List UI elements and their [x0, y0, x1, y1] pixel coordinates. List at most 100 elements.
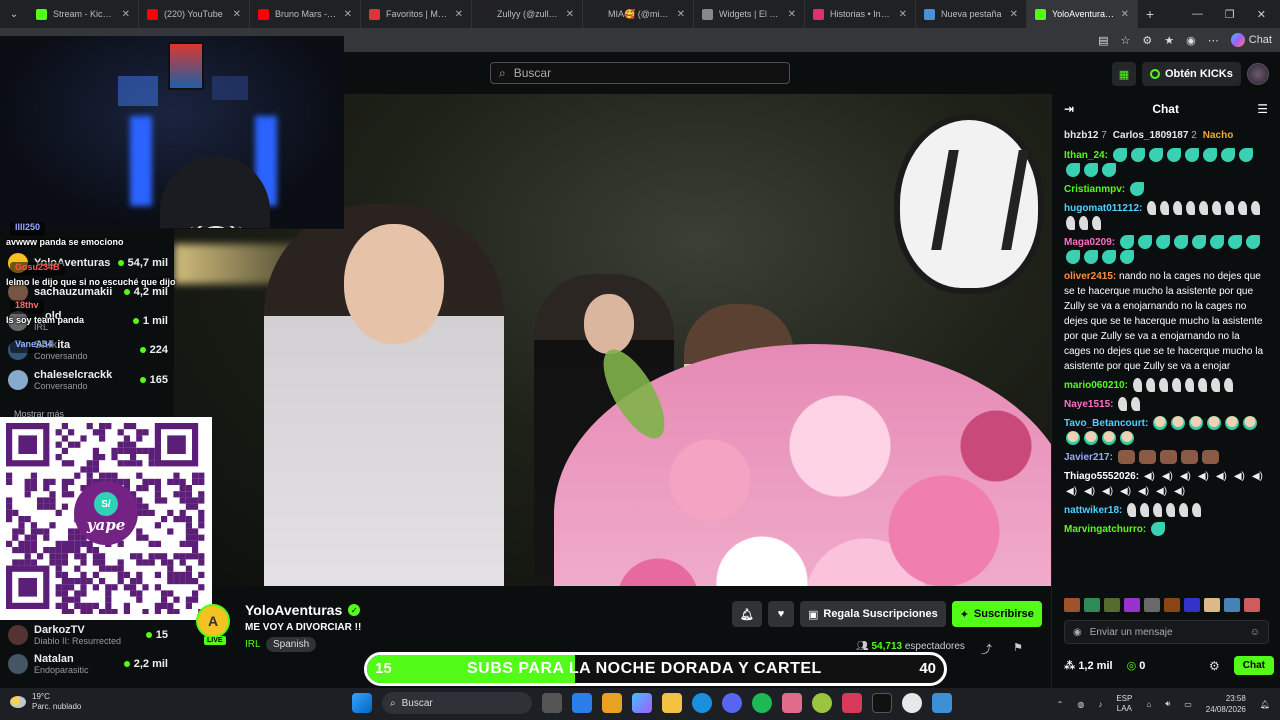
user-avatar[interactable] — [1246, 63, 1269, 85]
browser-tab[interactable]: (220) YouTube ✕ — [139, 0, 250, 28]
emote-icon[interactable] — [1064, 598, 1080, 612]
emote-icon[interactable] — [1084, 598, 1100, 612]
browser-tab[interactable]: YoloAventuras S ✕ — [1027, 0, 1138, 28]
kicks-balance[interactable]: ◎ 0 — [1127, 659, 1146, 672]
chat-message[interactable]: Naye1515: — [1052, 395, 1280, 414]
discord-icon[interactable] — [722, 693, 742, 713]
channel-avatar[interactable]: A — [196, 604, 230, 638]
obs-icon[interactable] — [902, 693, 922, 713]
menu-icon[interactable]: ⋯ — [1208, 34, 1219, 47]
chat-settings-icon[interactable]: ⚙ — [1209, 659, 1220, 673]
close-tab-icon[interactable]: ✕ — [344, 9, 352, 20]
chat-username[interactable]: nattwiker18: — [1064, 505, 1122, 516]
app-icon[interactable] — [812, 693, 832, 713]
tray-mic-icon[interactable]: ♪ — [1098, 700, 1102, 709]
spotify-icon[interactable] — [752, 693, 772, 713]
emote-icon[interactable] — [1184, 598, 1200, 612]
sidebar-channel[interactable]: DarkozTV Diablo II: Resurrected 15 — [8, 622, 168, 648]
store-icon[interactable] — [602, 693, 622, 713]
windows-start-icon[interactable] — [352, 693, 372, 713]
network-icon[interactable]: ⌂ — [1146, 700, 1151, 709]
sidebar-channel[interactable]: chaleselcrackk Conversando 165 — [8, 367, 168, 393]
battery-icon[interactable]: ▭ — [1184, 700, 1192, 709]
chat-username[interactable]: Naye1515: — [1064, 399, 1113, 410]
chat-message[interactable]: mario060210: — [1052, 376, 1280, 395]
send-chat-button[interactable]: Chat — [1233, 656, 1274, 675]
chat-username[interactable]: Javier217: — [1064, 452, 1113, 463]
language-tag[interactable]: Spanish — [266, 637, 317, 652]
collections-icon[interactable]: ★ — [1164, 34, 1174, 47]
browser-tab[interactable]: Favoritos | Myinstan ✕ — [361, 0, 472, 28]
chat-username[interactable]: hugomat011212: — [1064, 203, 1142, 214]
emote-icon[interactable] — [1144, 598, 1160, 612]
profile-icon[interactable]: ◉ — [1186, 34, 1196, 47]
app-icon[interactable] — [932, 693, 952, 713]
taskbar-search[interactable]: ⌕ Buscar — [382, 692, 532, 714]
tray-overflow-icon[interactable]: ⌃ — [1057, 700, 1064, 709]
close-tab-icon[interactable]: ✕ — [1121, 9, 1129, 20]
close-tab-icon[interactable]: ✕ — [455, 9, 463, 20]
minimize-icon[interactable]: — — [1192, 8, 1203, 21]
chat-message[interactable]: Thiago5552026: ◀) ◀) ◀) ◀) ◀) ◀) ◀)◀) ◀) ◀) ◀) ◀) ◀… — [1052, 467, 1280, 501]
close-tab-icon[interactable]: ✕ — [899, 9, 907, 20]
chat-message[interactable]: Ithan_24: — [1052, 146, 1280, 180]
language-indicator[interactable]: ESP LAA — [1116, 694, 1132, 714]
browser-tab[interactable]: MIA🥰 (@mia.3s) | ✕ — [583, 0, 694, 28]
browser-tab[interactable]: Stream - Kick Dashb ✕ — [28, 0, 139, 28]
collapse-chat-icon[interactable]: ⇥ — [1064, 102, 1074, 116]
close-tab-icon[interactable]: ✕ — [233, 9, 241, 20]
emote-icon[interactable] — [1244, 598, 1260, 612]
task-view-icon[interactable] — [542, 693, 562, 713]
emote-icon[interactable] — [1104, 598, 1120, 612]
emote-icon[interactable] — [1204, 598, 1220, 612]
browser-tab[interactable]: Bruno Mars - Talking ✕ — [250, 0, 361, 28]
chat-message[interactable]: Maga0209: — [1052, 233, 1280, 267]
restore-icon[interactable]: ❐ — [1225, 8, 1235, 21]
reading-mode-icon[interactable]: ▤ — [1098, 34, 1108, 47]
browser-tab[interactable]: Historias • Instagram ✕ — [805, 0, 916, 28]
chat-message[interactable]: oliver2415: nando no la cages no dejes q… — [1052, 267, 1280, 376]
new-tab-button[interactable]: + — [1138, 6, 1162, 22]
tray-app-icon[interactable]: ◍ — [1077, 700, 1084, 709]
tiktok-icon[interactable] — [872, 693, 892, 713]
emoji-icon[interactable]: ☺ — [1250, 627, 1260, 638]
close-window-icon[interactable]: ✕ — [1257, 8, 1266, 21]
close-tab-icon[interactable]: ✕ — [122, 9, 130, 20]
tab-search-icon[interactable]: ⌄ — [0, 0, 28, 28]
channel-name[interactable]: YoloAventuras — [245, 602, 342, 618]
extensions-icon[interactable]: ⚙ — [1142, 34, 1152, 47]
chat-username[interactable]: Thiago5552026: — [1064, 471, 1139, 482]
chat-username[interactable]: Marvingatchurro: — [1064, 524, 1146, 535]
top-gifter[interactable]: Carlos_1809187 2 — [1113, 130, 1197, 141]
stream-category[interactable]: IRL — [245, 639, 261, 650]
top-gifter[interactable]: Nacho — [1203, 130, 1234, 141]
top-gifter[interactable]: bhzb12 7 — [1064, 130, 1107, 141]
browser-tab[interactable]: Widgets | El mejor s ✕ — [694, 0, 805, 28]
streamlabs-icon[interactable] — [782, 693, 802, 713]
chat-message[interactable]: Tavo_Betancourt: — [1052, 414, 1280, 448]
copilot-button[interactable]: Chat — [1230, 33, 1272, 47]
edge-icon[interactable] — [692, 693, 712, 713]
emote-icon[interactable] — [1164, 598, 1180, 612]
notifications-tray-icon[interactable]: 🔔︎ — [1260, 700, 1270, 709]
site-search-input[interactable]: ⌕ Buscar — [490, 62, 790, 84]
chat-users-icon[interactable]: ☰ — [1257, 102, 1268, 116]
chat-username[interactable]: mario060210: — [1064, 380, 1128, 391]
emote-icon[interactable] — [1224, 598, 1240, 612]
app-icon[interactable] — [842, 693, 862, 713]
volume-icon[interactable]: 🔊︎ — [1165, 699, 1170, 709]
subscribe-button[interactable]: ✦ Suscribirse — [951, 601, 1042, 627]
close-tab-icon[interactable]: ✕ — [566, 9, 574, 20]
notepad-icon[interactable] — [572, 693, 592, 713]
browser-tab[interactable]: Nueva pestaña ✕ — [916, 0, 1027, 28]
channel-points[interactable]: ⁂ 1,2 mil — [1064, 659, 1113, 672]
chat-message[interactable]: Cristianmpv: — [1052, 180, 1280, 199]
chat-username[interactable]: Maga0209: — [1064, 237, 1115, 248]
chat-message-input[interactable]: ◉ Enviar un mensaje ☺ — [1064, 620, 1269, 644]
get-kicks-button[interactable]: Obtén KICKs — [1142, 62, 1241, 86]
copilot-app-icon[interactable] — [632, 693, 652, 713]
favorite-star-icon[interactable]: ☆ — [1121, 34, 1131, 47]
chat-message[interactable]: Javier217: — [1052, 448, 1280, 467]
chat-message[interactable]: Marvingatchurro: — [1052, 520, 1280, 539]
dashboard-icon[interactable]: ▦ — [1112, 62, 1136, 86]
